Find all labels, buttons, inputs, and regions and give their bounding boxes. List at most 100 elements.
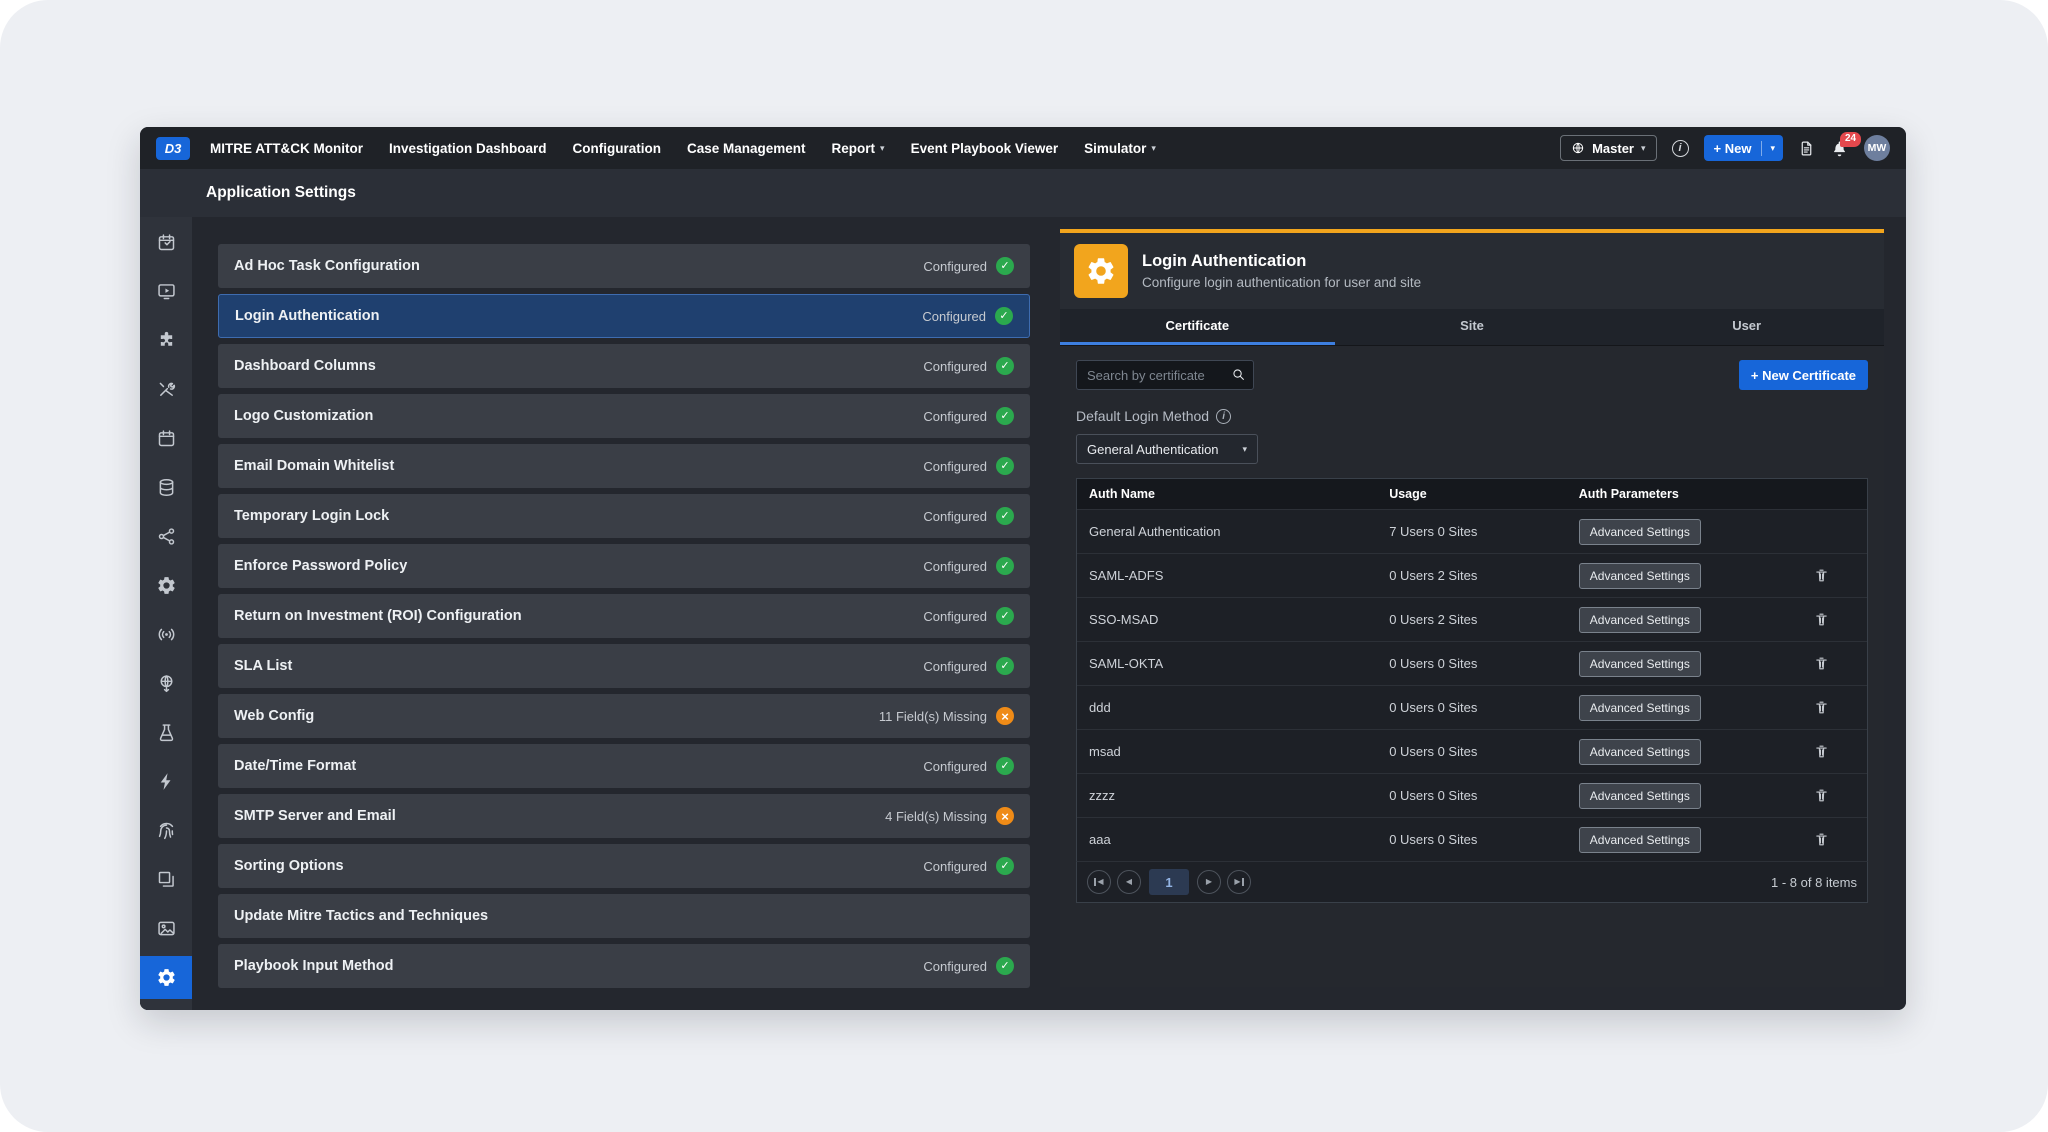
trash-icon (1814, 656, 1829, 671)
notifications-button[interactable]: 24 (1830, 139, 1849, 158)
settings-item-sla-list[interactable]: SLA ListConfigured (218, 644, 1030, 688)
pagination-current-page[interactable]: 1 (1149, 869, 1189, 895)
menu-item-simulator[interactable]: Simulator (1084, 141, 1156, 156)
settings-item-logo-customization[interactable]: Logo CustomizationConfigured (218, 394, 1030, 438)
sidebar-item-utility-commands[interactable] (140, 368, 192, 411)
delete-certificate-button[interactable] (1814, 612, 1829, 627)
delete-certificate-button[interactable] (1814, 832, 1829, 847)
sidebar-item-data-ingestion[interactable] (140, 662, 192, 705)
delete-certificate-button[interactable] (1814, 656, 1829, 671)
menu-item-report[interactable]: Report (832, 141, 885, 156)
info-icon[interactable] (1216, 409, 1231, 424)
new-button-label: + New (1704, 141, 1762, 156)
fingerprint-icon (156, 820, 177, 841)
trash-icon (1814, 612, 1829, 627)
settings-item-sorting-options[interactable]: Sorting OptionsConfigured (218, 844, 1030, 888)
settings-item-playbook-input-method[interactable]: Playbook Input MethodConfigured (218, 944, 1030, 988)
settings-item-date-time-format[interactable]: Date/Time FormatConfigured (218, 744, 1030, 788)
settings-item-smtp-server-and-email[interactable]: SMTP Server and Email4 Field(s) Missing (218, 794, 1030, 838)
chevron-down-icon (880, 144, 885, 153)
user-avatar[interactable]: MW (1864, 135, 1890, 161)
sidebar-item-scheduled-tasks[interactable] (140, 221, 192, 264)
sidebar-item-schedules[interactable] (140, 417, 192, 460)
settings-item-email-domain-whitelist[interactable]: Email Domain WhitelistConfigured (218, 444, 1030, 488)
auth-parameters-cell: Advanced Settings (1567, 783, 1765, 809)
menu-item-mitre-att-ck-monitor[interactable]: MITRE ATT&CK Monitor (210, 141, 363, 156)
sidebar-item-identity[interactable] (140, 809, 192, 852)
delete-certificate-button[interactable] (1814, 788, 1829, 803)
tab-user[interactable]: User (1609, 309, 1884, 345)
advanced-settings-button[interactable]: Advanced Settings (1579, 519, 1701, 545)
status-text: Configured (923, 409, 987, 424)
status-text: Configured (923, 359, 987, 374)
delete-certificate-button[interactable] (1814, 744, 1829, 759)
advanced-settings-button[interactable]: Advanced Settings (1579, 783, 1701, 809)
auth-parameters-cell: Advanced Settings (1567, 563, 1765, 589)
menu-item-case-management[interactable]: Case Management (687, 141, 806, 156)
d3-logo[interactable]: D3 (156, 137, 190, 160)
tenant-selector-label: Master (1592, 141, 1634, 156)
configured-check-icon (996, 407, 1014, 425)
sidebar-item-automation[interactable] (140, 564, 192, 607)
settings-item-login-authentication[interactable]: Login AuthenticationConfigured (218, 294, 1030, 338)
app-window: D3 MITRE ATT&CK Monitor Investigation Das… (140, 127, 1906, 1010)
configured-check-icon (996, 957, 1014, 975)
menu-item-configuration[interactable]: Configuration (573, 141, 661, 156)
tenant-selector[interactable]: Master (1560, 135, 1656, 161)
advanced-settings-button[interactable]: Advanced Settings (1579, 695, 1701, 721)
menu-item-investigation-dashboard[interactable]: Investigation Dashboard (389, 141, 547, 156)
actions-cell (1764, 700, 1867, 715)
pagination-first-button[interactable] (1087, 870, 1111, 894)
settings-item-update-mitre-tactics-and-techniques[interactable]: Update Mitre Tactics and Techniques (218, 894, 1030, 938)
new-certificate-button[interactable]: + New Certificate (1739, 360, 1868, 390)
advanced-settings-button[interactable]: Advanced Settings (1579, 739, 1701, 765)
sidebar-item-playbook-viewer[interactable] (140, 270, 192, 313)
sidebar-item-link-analysis[interactable] (140, 515, 192, 558)
advanced-settings-button[interactable]: Advanced Settings (1579, 563, 1701, 589)
sidebar-item-data-management[interactable] (140, 466, 192, 509)
settings-item-enforce-password-policy[interactable]: Enforce Password PolicyConfigured (218, 544, 1030, 588)
advanced-settings-button[interactable]: Advanced Settings (1579, 827, 1701, 853)
sidebar-item-quick-actions[interactable] (140, 760, 192, 803)
new-button[interactable]: + New (1704, 135, 1783, 161)
delete-certificate-button[interactable] (1814, 700, 1829, 715)
settings-item-dashboard-columns[interactable]: Dashboard ColumnsConfigured (218, 344, 1030, 388)
chevron-down-icon (1762, 144, 1783, 153)
delete-certificate-button[interactable] (1814, 568, 1829, 583)
tab-site[interactable]: Site (1335, 309, 1610, 345)
settings-item-temporary-login-lock[interactable]: Temporary Login LockConfigured (218, 494, 1030, 538)
certificate-toolbar: + New Certificate (1060, 346, 1884, 390)
advanced-settings-button[interactable]: Advanced Settings (1579, 651, 1701, 677)
document-icon[interactable] (1798, 140, 1815, 157)
info-icon[interactable] (1672, 140, 1689, 157)
windows-icon (156, 869, 177, 890)
sidebar-item-event-intake[interactable] (140, 613, 192, 656)
search-icon[interactable] (1231, 367, 1246, 382)
pagination-prev-button[interactable] (1117, 870, 1141, 894)
trash-icon (1814, 568, 1829, 583)
settings-item-status: Configured (923, 557, 1014, 575)
trash-icon (1814, 832, 1829, 847)
settings-item-status: Configured (923, 757, 1014, 775)
advanced-settings-button[interactable]: Advanced Settings (1579, 607, 1701, 633)
trash-icon (1814, 788, 1829, 803)
sidebar-item-integrations[interactable] (140, 319, 192, 362)
settings-item-ad-hoc-task-configuration[interactable]: Ad Hoc Task ConfigurationConfigured (218, 244, 1030, 288)
sidebar-item-media-library[interactable] (140, 907, 192, 950)
trash-icon (1814, 700, 1829, 715)
table-row: SSO-MSAD0 Users 2 SitesAdvanced Settings (1077, 597, 1867, 641)
configured-check-icon (996, 357, 1014, 375)
tab-certificate[interactable]: Certificate (1060, 309, 1335, 345)
menu-item-event-playbook-viewer[interactable]: Event Playbook Viewer (911, 141, 1059, 156)
settings-item-web-config[interactable]: Web Config11 Field(s) Missing (218, 694, 1030, 738)
search-input[interactable] (1076, 360, 1254, 390)
configured-check-icon (996, 757, 1014, 775)
pagination-last-button[interactable] (1227, 870, 1251, 894)
column-header-auth-name: Auth Name (1077, 487, 1377, 501)
settings-item-return-on-investment-roi-configuration[interactable]: Return on Investment (ROI) Configuration… (218, 594, 1030, 638)
sidebar-item-window-manager[interactable] (140, 858, 192, 901)
login-method-dropdown[interactable]: General Authentication (1076, 434, 1258, 464)
sidebar-item-application-settings[interactable] (140, 956, 192, 999)
pagination-next-button[interactable] (1197, 870, 1221, 894)
sidebar-item-sandbox[interactable] (140, 711, 192, 754)
